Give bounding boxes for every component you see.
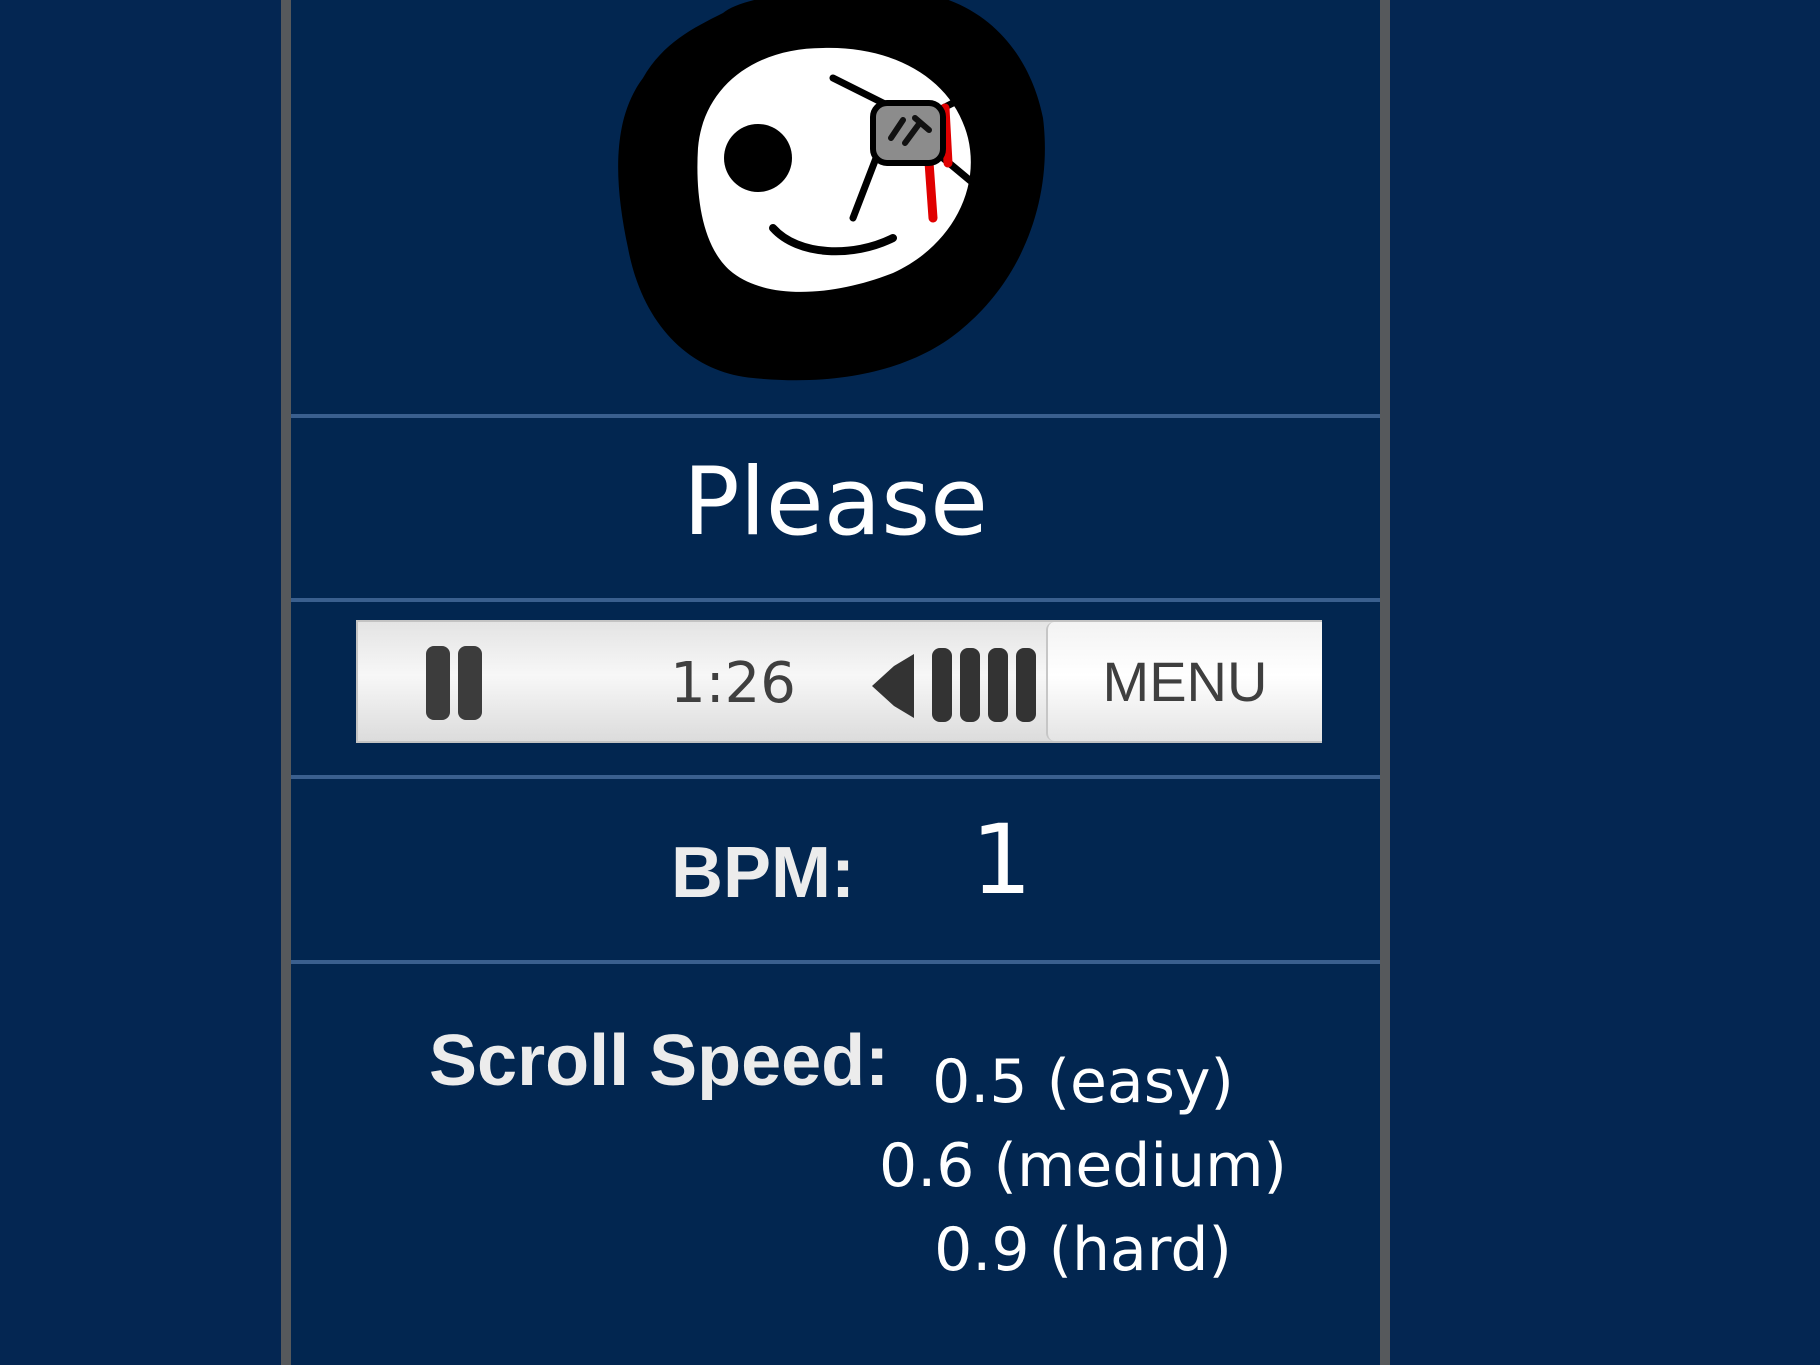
song-panel: Please 1:26 MENU BPM: 1 Scroll Speed: 0.…	[281, 0, 1390, 1365]
divider-3	[291, 775, 1380, 779]
divider-4	[291, 960, 1380, 964]
scroll-speed-label: Scroll Speed:	[429, 1021, 890, 1101]
divider-2	[291, 598, 1380, 602]
scroll-speed-hard: 0.9 (hard)	[934, 1215, 1232, 1285]
bpm-value: 1	[971, 804, 1033, 916]
portrait-eyepatch	[870, 100, 946, 166]
player-bar: 1:26 MENU	[356, 620, 1322, 743]
divider-1	[291, 414, 1380, 418]
song-title: Please	[682, 448, 989, 557]
playback-time: 1:26	[670, 651, 796, 716]
scroll-speed-medium: 0.6 (medium)	[879, 1131, 1287, 1201]
portrait-eye	[724, 124, 792, 192]
bpm-label: BPM:	[671, 833, 855, 913]
speaker-icon[interactable]	[868, 644, 1053, 728]
volume-level-2	[960, 648, 980, 722]
volume-level-3	[988, 648, 1008, 722]
volume-level-4	[1016, 648, 1036, 722]
scroll-speed-easy: 0.5 (easy)	[932, 1047, 1234, 1117]
menu-button[interactable]: MENU	[1046, 622, 1322, 741]
speaker-shape	[872, 654, 914, 718]
pause-icon-bar	[458, 646, 482, 720]
character-portrait	[618, 0, 1045, 381]
volume-level-1	[932, 648, 952, 722]
scroll-speed-options: 0.5 (easy) 0.6 (medium) 0.9 (hard)	[873, 1040, 1293, 1292]
pause-icon	[426, 646, 450, 720]
pause-button[interactable]	[418, 642, 490, 736]
